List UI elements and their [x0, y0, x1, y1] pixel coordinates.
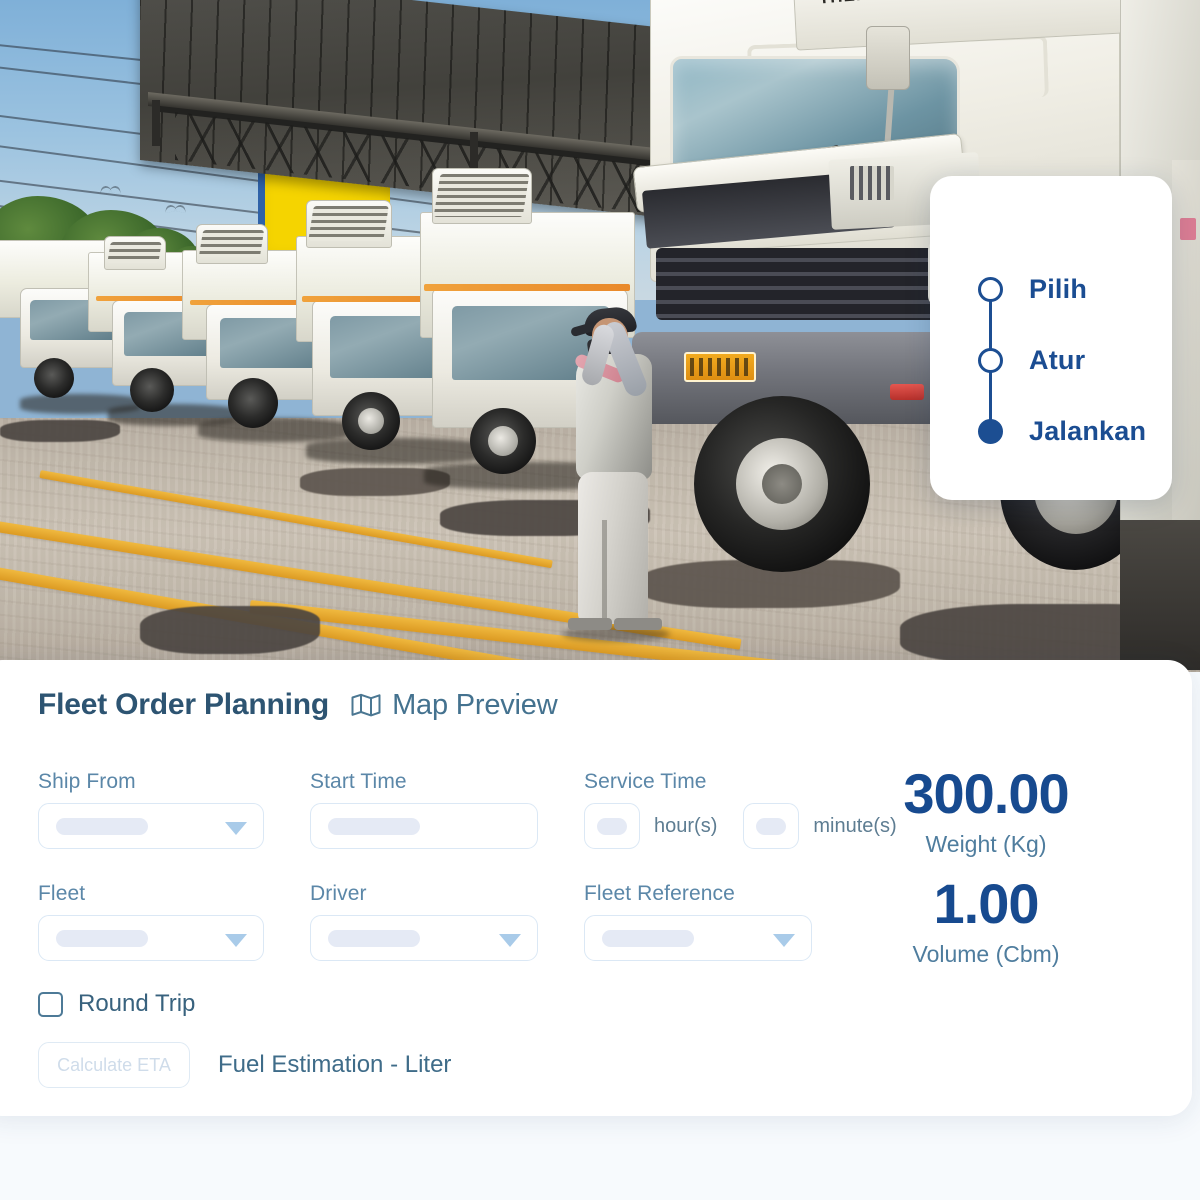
kpi-volume-value: 1.00 [933, 872, 1040, 935]
adjacent-truck-body [1172, 160, 1200, 540]
ship-from-select[interactable] [38, 803, 264, 849]
bird [100, 186, 122, 192]
kpi-weight-label: Weight (Kg) [925, 831, 1047, 857]
field-service-time: Service Time hour(s) minute(s) [584, 770, 897, 849]
stepper-label-atur: Atur [1029, 345, 1086, 375]
asphalt-patch [0, 420, 120, 442]
chevron-down-icon [225, 822, 247, 835]
fleet-label: Fleet [38, 882, 86, 905]
driver-label: Driver [310, 882, 367, 905]
stepper-label-jalankan: Jalankan [1029, 416, 1147, 446]
map-preview-link[interactable]: Map Preview [351, 688, 558, 722]
service-time-minutes-input[interactable] [743, 803, 800, 849]
start-time-input[interactable] [310, 803, 538, 849]
round-trip-row[interactable]: Round Trip [38, 990, 195, 1018]
field-fleet: Fleet [38, 882, 264, 961]
fleet-reference-skeleton [602, 929, 694, 947]
driver-select[interactable] [310, 915, 538, 961]
start-time-skeleton [328, 817, 420, 835]
field-ship-from: Ship From [38, 770, 264, 849]
ship-from-skeleton [56, 817, 148, 835]
fleet-reference-select[interactable] [584, 915, 812, 961]
kpi-weight: 300.00 Weight (Kg) [876, 766, 1096, 858]
stepper-dot-jalankan[interactable] [978, 419, 1003, 444]
stepper-label-pilih: Pilih [1029, 274, 1088, 304]
fleet-select[interactable] [38, 915, 264, 961]
bird [165, 205, 187, 211]
driver-skeleton [328, 929, 420, 947]
progress-stepper-card: Pilih Atur Jalankan [930, 176, 1172, 500]
fleet-skeleton [56, 929, 148, 947]
license-plate [684, 352, 756, 382]
kpi-volume: 1.00 Volume (Cbm) [876, 876, 1096, 968]
stepper-dot-atur[interactable] [978, 348, 1003, 373]
shadow-area [1120, 520, 1200, 670]
map-icon [351, 693, 381, 717]
service-time-label: Service Time [584, 770, 707, 793]
fuel-estimation-label: Fuel Estimation - Liter [218, 1051, 452, 1078]
chevron-down-icon [225, 934, 247, 947]
map-preview-label: Map Preview [392, 688, 558, 721]
round-trip-label: Round Trip [78, 990, 196, 1017]
round-trip-checkbox[interactable] [38, 991, 63, 1017]
calculate-eta-button[interactable]: Calculate ETA [38, 1042, 190, 1088]
chevron-down-icon [773, 934, 795, 947]
hours-skeleton [597, 817, 627, 835]
stepper-step-atur[interactable]: Atur [978, 325, 1148, 421]
stepper-steps: Pilih Atur Jalankan [978, 254, 1148, 467]
field-fleet-reference: Fleet Reference [584, 882, 812, 961]
service-time-hours-input[interactable] [584, 803, 640, 849]
eta-fuel-row: Calculate ETA Fuel Estimation - Liter [38, 1042, 451, 1088]
chevron-down-icon [499, 934, 521, 947]
stepper-dot-pilih[interactable] [978, 277, 1003, 302]
fleet-order-planning-card: Fleet Order Planning Map Preview Ship Fr… [0, 660, 1192, 1116]
hours-unit-label: hour(s) [654, 814, 718, 837]
page-title: Fleet Order Planning [38, 688, 330, 721]
bumper-reflector [890, 384, 924, 400]
truck-marker-light [1180, 218, 1196, 240]
side-mirror [866, 26, 910, 90]
fleet-reference-label: Fleet Reference [584, 882, 735, 905]
stepper-step-jalankan[interactable]: Jalankan [978, 396, 1148, 467]
kpi-volume-label: Volume (Cbm) [912, 941, 1060, 967]
card-header: Fleet Order Planning Map Preview [38, 688, 1162, 722]
start-time-label: Start Time [310, 770, 407, 793]
stepper-step-pilih[interactable]: Pilih [978, 254, 1148, 350]
canopy-post [152, 100, 160, 146]
field-driver: Driver [310, 882, 538, 961]
thermo-king-label: THERMO KING [818, 0, 951, 9]
technician-worker [558, 300, 678, 645]
minutes-skeleton [756, 817, 787, 835]
kpi-weight-value: 300.00 [903, 762, 1069, 825]
ship-from-label: Ship From [38, 770, 136, 793]
asphalt-patch [140, 606, 320, 654]
field-start-time: Start Time [310, 770, 538, 849]
front-grille [656, 248, 956, 320]
